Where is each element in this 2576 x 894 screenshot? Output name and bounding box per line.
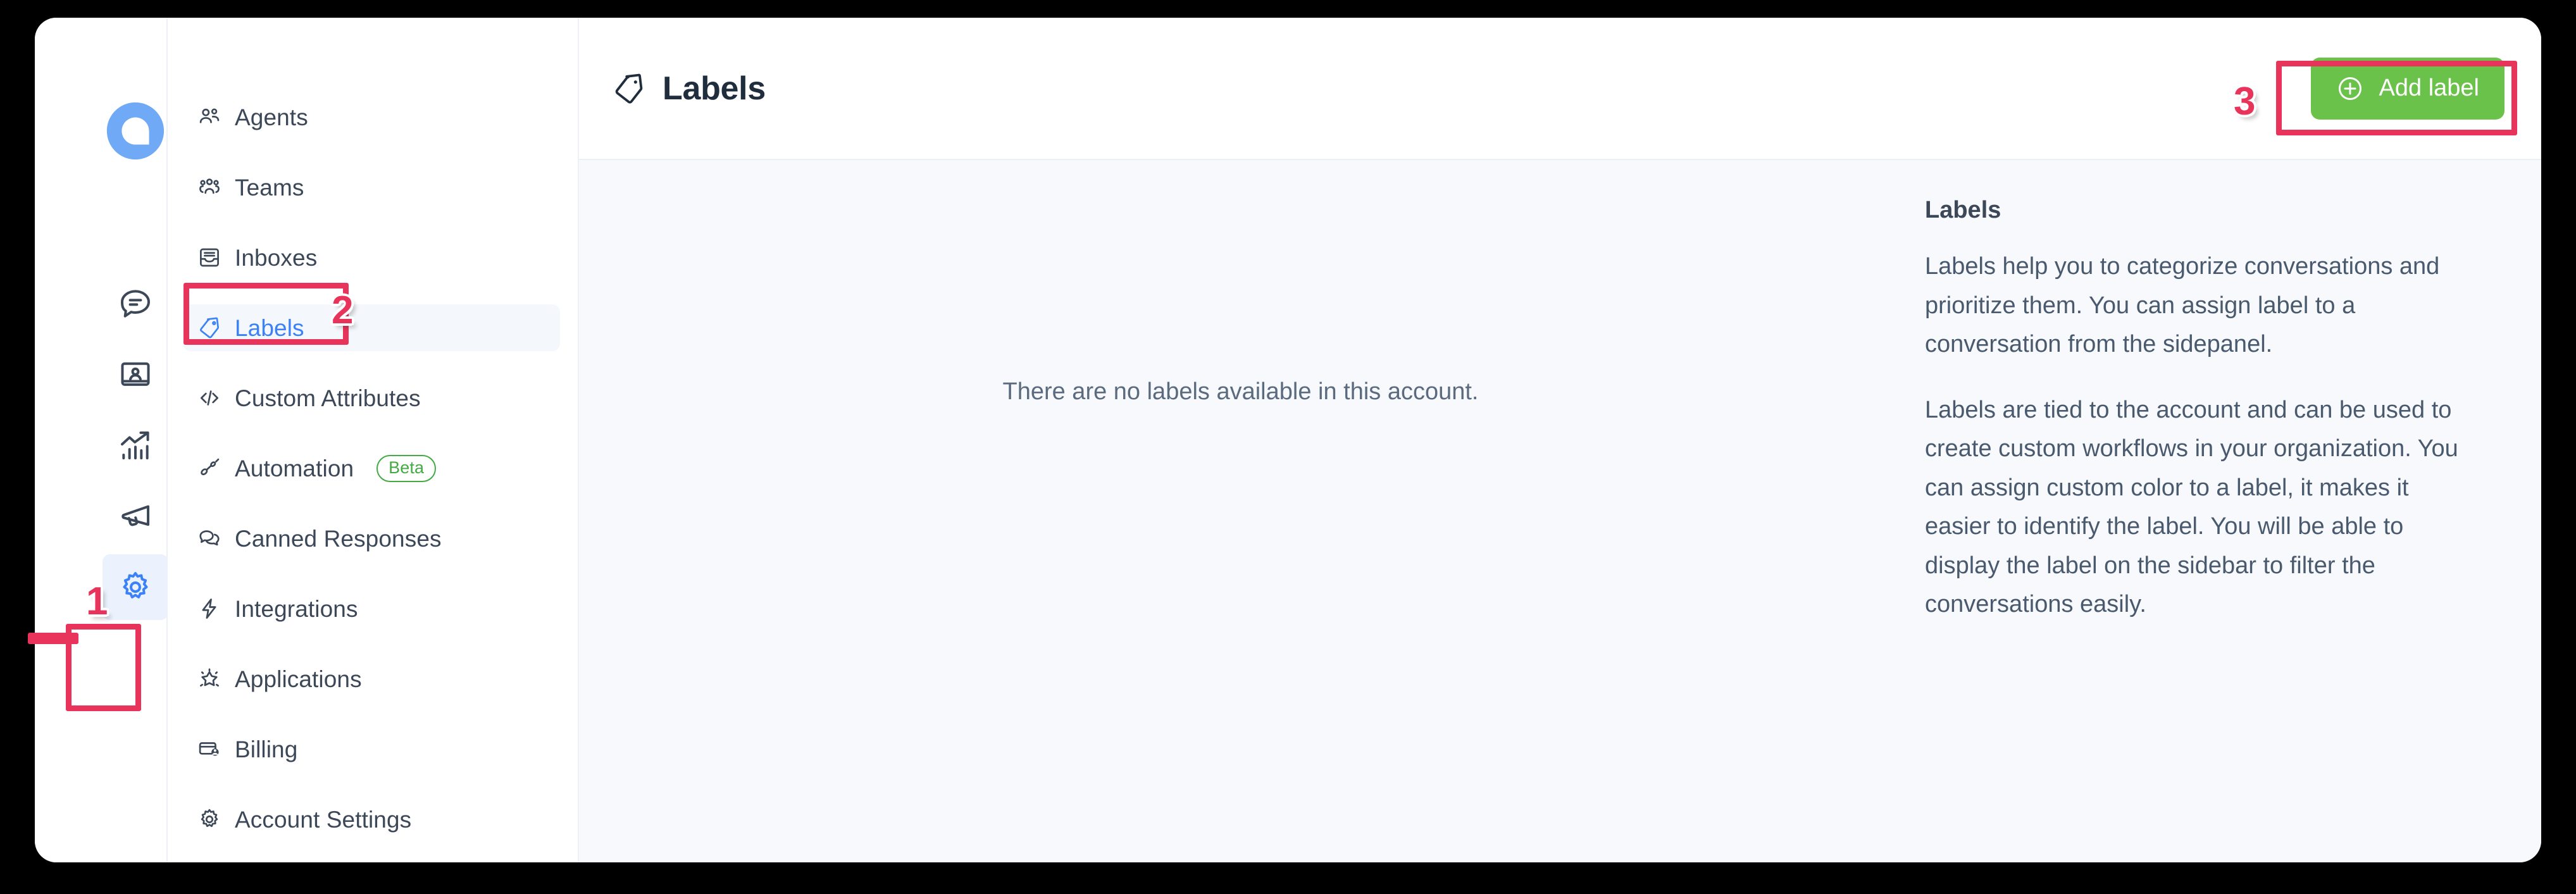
rail-item-settings[interactable] bbox=[103, 554, 168, 620]
contacts-book-icon bbox=[118, 357, 153, 392]
billing-card-icon bbox=[197, 736, 222, 762]
info-side-panel: Labels Labels help you to categorize con… bbox=[1902, 160, 2541, 862]
sidebar-item-label: Automation bbox=[235, 455, 354, 481]
sidebar-item-label: Agents bbox=[235, 104, 308, 130]
main-content-region: Labels Add label There are no labels ava… bbox=[579, 18, 2541, 862]
sidebar-item-label: Labels bbox=[235, 314, 304, 341]
sidebar-item-labels[interactable]: Labels bbox=[183, 304, 560, 351]
label-tag-icon bbox=[612, 71, 646, 106]
rail-item-conversations[interactable] bbox=[103, 271, 168, 337]
code-brackets-icon bbox=[197, 385, 222, 411]
page-title: Labels bbox=[663, 70, 766, 107]
sidebar-item-label: Inboxes bbox=[235, 244, 318, 271]
sidebar-item-label: Billing bbox=[235, 736, 298, 762]
settings-gear-icon bbox=[118, 569, 153, 605]
integrations-bolt-icon bbox=[197, 596, 222, 621]
info-panel-title: Labels bbox=[1925, 197, 2001, 223]
sidebar-item-billing[interactable]: Billing bbox=[183, 726, 560, 773]
sidebar-item-applications[interactable]: Applications bbox=[183, 655, 560, 702]
sidebar-item-label: Applications bbox=[235, 666, 362, 692]
applications-star-icon bbox=[197, 666, 222, 692]
sidebar-item-automation[interactable]: Automation Beta bbox=[183, 445, 560, 492]
account-gear-icon bbox=[197, 807, 222, 832]
campaigns-megaphone-icon bbox=[118, 499, 153, 534]
page-title-group: Labels bbox=[612, 71, 766, 106]
info-panel-paragraph-2: Labels are tied to the account and can b… bbox=[1925, 396, 2458, 618]
sidebar-item-teams[interactable]: Teams bbox=[183, 164, 560, 211]
add-label-button-text: Add label bbox=[2379, 75, 2479, 101]
chatwoot-logo-icon[interactable] bbox=[104, 100, 166, 162]
sidebar-item-label: Teams bbox=[235, 174, 304, 201]
sidebar-item-label: Canned Responses bbox=[235, 525, 442, 552]
app-window: Agents Teams Inboxes Labels Custom Attri… bbox=[35, 18, 2541, 862]
automation-icon bbox=[197, 456, 222, 481]
sidebar-item-integrations[interactable]: Integrations bbox=[183, 585, 560, 632]
inboxes-icon bbox=[197, 245, 222, 270]
sidebar-item-agents[interactable]: Agents bbox=[183, 94, 560, 140]
sidebar-item-custom-attributes[interactable]: Custom Attributes bbox=[183, 375, 560, 421]
labels-list-pane: There are no labels available in this ac… bbox=[579, 160, 1902, 862]
agents-icon bbox=[197, 104, 222, 130]
sidebar-item-label: Custom Attributes bbox=[235, 385, 421, 411]
reports-chart-icon bbox=[118, 428, 153, 463]
beta-badge: Beta bbox=[376, 454, 437, 482]
content-body: There are no labels available in this ac… bbox=[579, 160, 2541, 862]
settings-secondary-menu: Agents Teams Inboxes Labels Custom Attri… bbox=[168, 18, 579, 862]
conversations-chat-icon bbox=[118, 286, 153, 321]
rail-item-reports[interactable] bbox=[103, 413, 168, 478]
empty-state-message: There are no labels available in this ac… bbox=[1002, 378, 1479, 405]
sidebar-item-account-settings[interactable]: Account Settings bbox=[183, 796, 560, 843]
teams-icon bbox=[197, 175, 222, 200]
plus-circle-icon bbox=[2336, 75, 2364, 102]
content-header: Labels Add label bbox=[579, 18, 2541, 160]
sidebar-item-label: Integrations bbox=[235, 595, 358, 622]
sidebar-item-canned-responses[interactable]: Canned Responses bbox=[183, 515, 560, 562]
canned-responses-icon bbox=[197, 526, 222, 551]
add-label-button[interactable]: Add label bbox=[2310, 57, 2504, 120]
primary-sidebar-rail bbox=[35, 18, 168, 862]
label-tag-icon bbox=[197, 315, 222, 340]
rail-item-campaigns[interactable] bbox=[103, 483, 168, 549]
info-panel-paragraph-1: Labels help you to categorize conversati… bbox=[1925, 253, 2440, 358]
sidebar-item-inboxes[interactable]: Inboxes bbox=[183, 234, 560, 281]
rail-item-contacts[interactable] bbox=[103, 342, 168, 407]
sidebar-item-label: Account Settings bbox=[235, 806, 412, 833]
